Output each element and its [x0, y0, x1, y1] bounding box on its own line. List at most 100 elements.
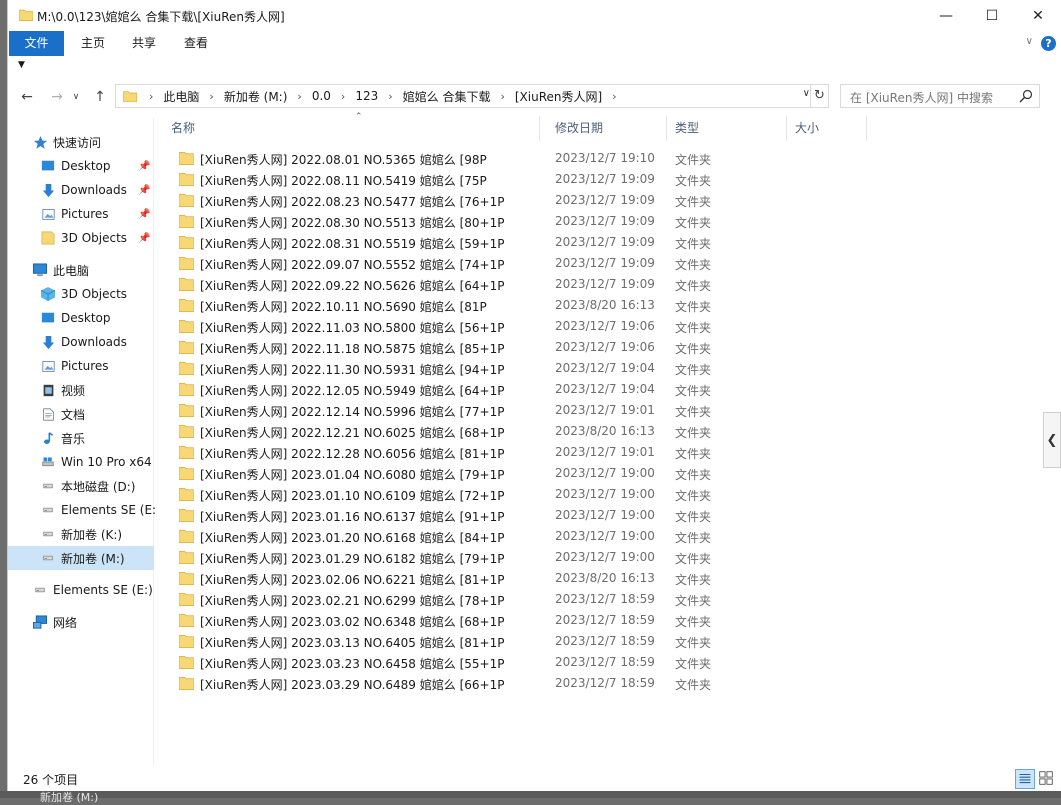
file-name[interactable]: [XiuRen秀人网] 2022.12.21 NO.6025 婠婠么 [68+1… [200, 424, 504, 441]
file-name[interactable]: [XiuRen秀人网] 2022.11.30 NO.5931 婠婠么 [94+1… [200, 361, 504, 378]
breadcrumb-123[interactable]: 123 [351, 89, 382, 103]
file-name[interactable]: [XiuRen秀人网] 2023.01.29 NO.6182 婠婠么 [79+1… [200, 550, 504, 567]
quick-access-toolbar-dropdown-icon[interactable]: ▼ [18, 60, 25, 70]
table-row[interactable]: [XiuRen秀人网] 2022.11.18 NO.5875 婠婠么 [85+1… [163, 337, 883, 358]
file-name[interactable]: [XiuRen秀人网] 2023.03.23 NO.6458 婠婠么 [55+1… [200, 655, 504, 672]
file-name[interactable]: [XiuRen秀人网] 2022.12.28 NO.6056 婠婠么 [81+1… [200, 445, 504, 462]
details-view-icon[interactable] [1015, 769, 1035, 789]
breadcrumb-collection[interactable]: 婠婠么 合集下载 [399, 88, 495, 105]
nav-item-drive-e[interactable]: Elements SE (E: [8, 498, 156, 522]
file-name[interactable]: [XiuRen秀人网] 2022.08.11 NO.5419 婠婠么 [75P [200, 172, 487, 189]
file-name[interactable]: [XiuRen秀人网] 2023.02.21 NO.6299 婠婠么 [78+1… [200, 592, 504, 609]
close-button[interactable]: ✕ [1015, 0, 1061, 31]
file-name[interactable]: [XiuRen秀人网] 2022.08.23 NO.5477 婠婠么 [76+1… [200, 193, 504, 210]
nav-item-desktop[interactable]: Desktop [8, 306, 154, 330]
table-row[interactable]: [XiuRen秀人网] 2022.08.30 NO.5513 婠婠么 [80+1… [163, 211, 883, 232]
chevron-right-icon[interactable]: › [382, 90, 398, 103]
table-row[interactable]: [XiuRen秀人网] 2022.08.01 NO.5365 婠婠么 [98P 2… [163, 148, 883, 169]
table-row[interactable]: [XiuRen秀人网] 2023.01.04 NO.6080 婠婠么 [79+1… [163, 463, 883, 484]
recent-locations-chevron-icon[interactable]: ∨ [68, 86, 84, 108]
pin-icon[interactable]: 📌 [138, 161, 150, 172]
nav-item-3d-objects[interactable]: 3D Objects [8, 282, 154, 306]
chevron-right-icon[interactable]: › [203, 90, 219, 103]
table-row[interactable]: [XiuRen秀人网] 2022.12.14 NO.5996 婠婠么 [77+1… [163, 400, 883, 421]
table-row[interactable]: [XiuRen秀人网] 2023.01.10 NO.6109 婠婠么 [72+1… [163, 484, 883, 505]
search-icon[interactable] [1019, 89, 1033, 103]
nav-item-quick-desktop[interactable]: Desktop 📌 [8, 154, 154, 178]
table-row[interactable]: [XiuRen秀人网] 2023.01.20 NO.6168 婠婠么 [84+1… [163, 526, 883, 547]
nav-item-network[interactable]: 网络 [8, 610, 154, 634]
nav-item-music[interactable]: 音乐 [8, 426, 154, 450]
nav-item-videos[interactable]: 视频 [8, 378, 154, 402]
nav-item-pictures[interactable]: Pictures [8, 354, 154, 378]
address-bar[interactable]: › 此电脑 › 新加卷 (M:) › 0.0 › 123 › 婠婠么 合集下载 … [115, 84, 829, 108]
table-row[interactable]: [XiuRen秀人网] 2022.11.30 NO.5931 婠婠么 [94+1… [163, 358, 883, 379]
table-row[interactable]: [XiuRen秀人网] 2022.08.11 NO.5419 婠婠么 [75P 2… [163, 169, 883, 190]
refresh-icon[interactable]: ↻ [810, 85, 828, 107]
nav-item-downloads[interactable]: Downloads [8, 330, 154, 354]
file-name[interactable]: [XiuRen秀人网] 2022.11.18 NO.5875 婠婠么 [85+1… [200, 340, 504, 357]
file-name[interactable]: [XiuRen秀人网] 2023.03.29 NO.6489 婠婠么 [66+1… [200, 676, 504, 693]
collapse-pane-chevron-icon[interactable]: ❮ [1043, 412, 1061, 468]
file-name[interactable]: [XiuRen秀人网] 2022.10.11 NO.5690 婠婠么 [81P [200, 298, 487, 315]
chevron-right-icon[interactable]: › [291, 90, 307, 103]
table-row[interactable]: [XiuRen秀人网] 2022.12.21 NO.6025 婠婠么 [68+1… [163, 421, 883, 442]
forward-arrow-icon[interactable]: → [46, 86, 68, 108]
chevron-right-icon[interactable]: › [494, 90, 510, 103]
minimize-button[interactable]: — [923, 0, 969, 31]
file-name[interactable]: [XiuRen秀人网] 2022.08.30 NO.5513 婠婠么 [80+1… [200, 214, 504, 231]
column-size[interactable]: 大小 [787, 116, 867, 141]
nav-item-drive-m[interactable]: 新加卷 (M:) [8, 546, 154, 570]
nav-item-drive-c[interactable]: Win 10 Pro x64 [8, 450, 154, 474]
table-row[interactable]: [XiuRen秀人网] 2023.02.06 NO.6221 婠婠么 [81+1… [163, 568, 883, 589]
table-row[interactable]: [XiuRen秀人网] 2022.11.03 NO.5800 婠婠么 [56+1… [163, 316, 883, 337]
pin-icon[interactable]: 📌 [138, 233, 150, 244]
file-name[interactable]: [XiuRen秀人网] 2023.03.02 NO.6348 婠婠么 [68+1… [200, 613, 504, 630]
chevron-right-icon[interactable]: › [335, 90, 351, 103]
nav-item-quick-pictures[interactable]: Pictures 📌 [8, 202, 154, 226]
large-icons-view-icon[interactable] [1037, 769, 1057, 789]
table-row[interactable]: [XiuRen秀人网] 2022.09.22 NO.5626 婠婠么 [64+1… [163, 274, 883, 295]
file-name[interactable]: [XiuRen秀人网] 2023.01.04 NO.6080 婠婠么 [79+1… [200, 466, 504, 483]
tab-file[interactable]: 文件 [9, 31, 64, 56]
pin-icon[interactable]: 📌 [138, 209, 150, 220]
nav-item-quick-downloads[interactable]: Downloads 📌 [8, 178, 154, 202]
tab-share[interactable]: 共享 [121, 31, 167, 56]
nav-item-drive-d[interactable]: 本地磁盘 (D:) [8, 474, 154, 498]
table-row[interactable]: [XiuRen秀人网] 2022.10.11 NO.5690 婠婠么 [81P 2… [163, 295, 883, 316]
nav-item-drive-k[interactable]: 新加卷 (K:) [8, 522, 154, 546]
maximize-button[interactable]: ☐ [969, 0, 1015, 31]
table-row[interactable]: [XiuRen秀人网] 2022.08.31 NO.5519 婠婠么 [59+1… [163, 232, 883, 253]
file-name[interactable]: [XiuRen秀人网] 2023.01.10 NO.6109 婠婠么 [72+1… [200, 487, 504, 504]
up-arrow-icon[interactable]: ↑ [89, 86, 111, 108]
file-name[interactable]: [XiuRen秀人网] 2022.09.22 NO.5626 婠婠么 [64+1… [200, 277, 504, 294]
help-icon[interactable]: ? [1041, 36, 1056, 51]
breadcrumb-0-0[interactable]: 0.0 [308, 89, 335, 103]
file-name[interactable]: [XiuRen秀人网] 2023.02.06 NO.6221 婠婠么 [81+1… [200, 571, 504, 588]
search-box[interactable]: 在 [XiuRen秀人网] 中搜索 [840, 84, 1040, 108]
expand-ribbon-icon[interactable]: ∨ [1026, 36, 1033, 47]
table-row[interactable]: [XiuRen秀人网] 2023.03.29 NO.6489 婠婠么 [66+1… [163, 673, 883, 694]
back-arrow-icon[interactable]: ← [16, 86, 38, 108]
table-row[interactable]: [XiuRen秀人网] 2022.12.28 NO.6056 婠婠么 [81+1… [163, 442, 883, 463]
tab-home[interactable]: 主页 [68, 31, 118, 56]
nav-item-quick-3d-objects[interactable]: 3D Objects 📌 [8, 226, 154, 250]
file-name[interactable]: [XiuRen秀人网] 2022.11.03 NO.5800 婠婠么 [56+1… [200, 319, 504, 336]
pin-icon[interactable]: 📌 [138, 185, 150, 196]
file-name[interactable]: [XiuRen秀人网] 2022.09.07 NO.5552 婠婠么 [74+1… [200, 256, 504, 273]
nav-item-documents[interactable]: 文档 [8, 402, 154, 426]
column-date-modified[interactable]: 修改日期 [547, 116, 667, 141]
file-name[interactable]: [XiuRen秀人网] 2023.01.20 NO.6168 婠婠么 [84+1… [200, 529, 504, 546]
chevron-right-icon[interactable]: › [606, 90, 622, 103]
table-row[interactable]: [XiuRen秀人网] 2023.03.13 NO.6405 婠婠么 [81+1… [163, 631, 883, 652]
table-row[interactable]: [XiuRen秀人网] 2023.01.29 NO.6182 婠婠么 [79+1… [163, 547, 883, 568]
chevron-right-icon[interactable]: › [143, 90, 159, 103]
table-row[interactable]: [XiuRen秀人网] 2023.01.16 NO.6137 婠婠么 [91+1… [163, 505, 883, 526]
breadcrumb-current[interactable]: [XiuRen秀人网] [511, 88, 606, 105]
file-name[interactable]: [XiuRen秀人网] 2023.01.16 NO.6137 婠婠么 [91+1… [200, 508, 504, 525]
table-row[interactable]: [XiuRen秀人网] 2022.12.05 NO.5949 婠婠么 [64+1… [163, 379, 883, 400]
nav-item-quick-access[interactable]: 快速访问 [8, 130, 154, 154]
file-name[interactable]: [XiuRen秀人网] 2023.03.13 NO.6405 婠婠么 [81+1… [200, 634, 504, 651]
table-row[interactable]: [XiuRen秀人网] 2023.02.21 NO.6299 婠婠么 [78+1… [163, 589, 883, 610]
nav-item-this-pc[interactable]: 此电脑 [8, 258, 154, 282]
